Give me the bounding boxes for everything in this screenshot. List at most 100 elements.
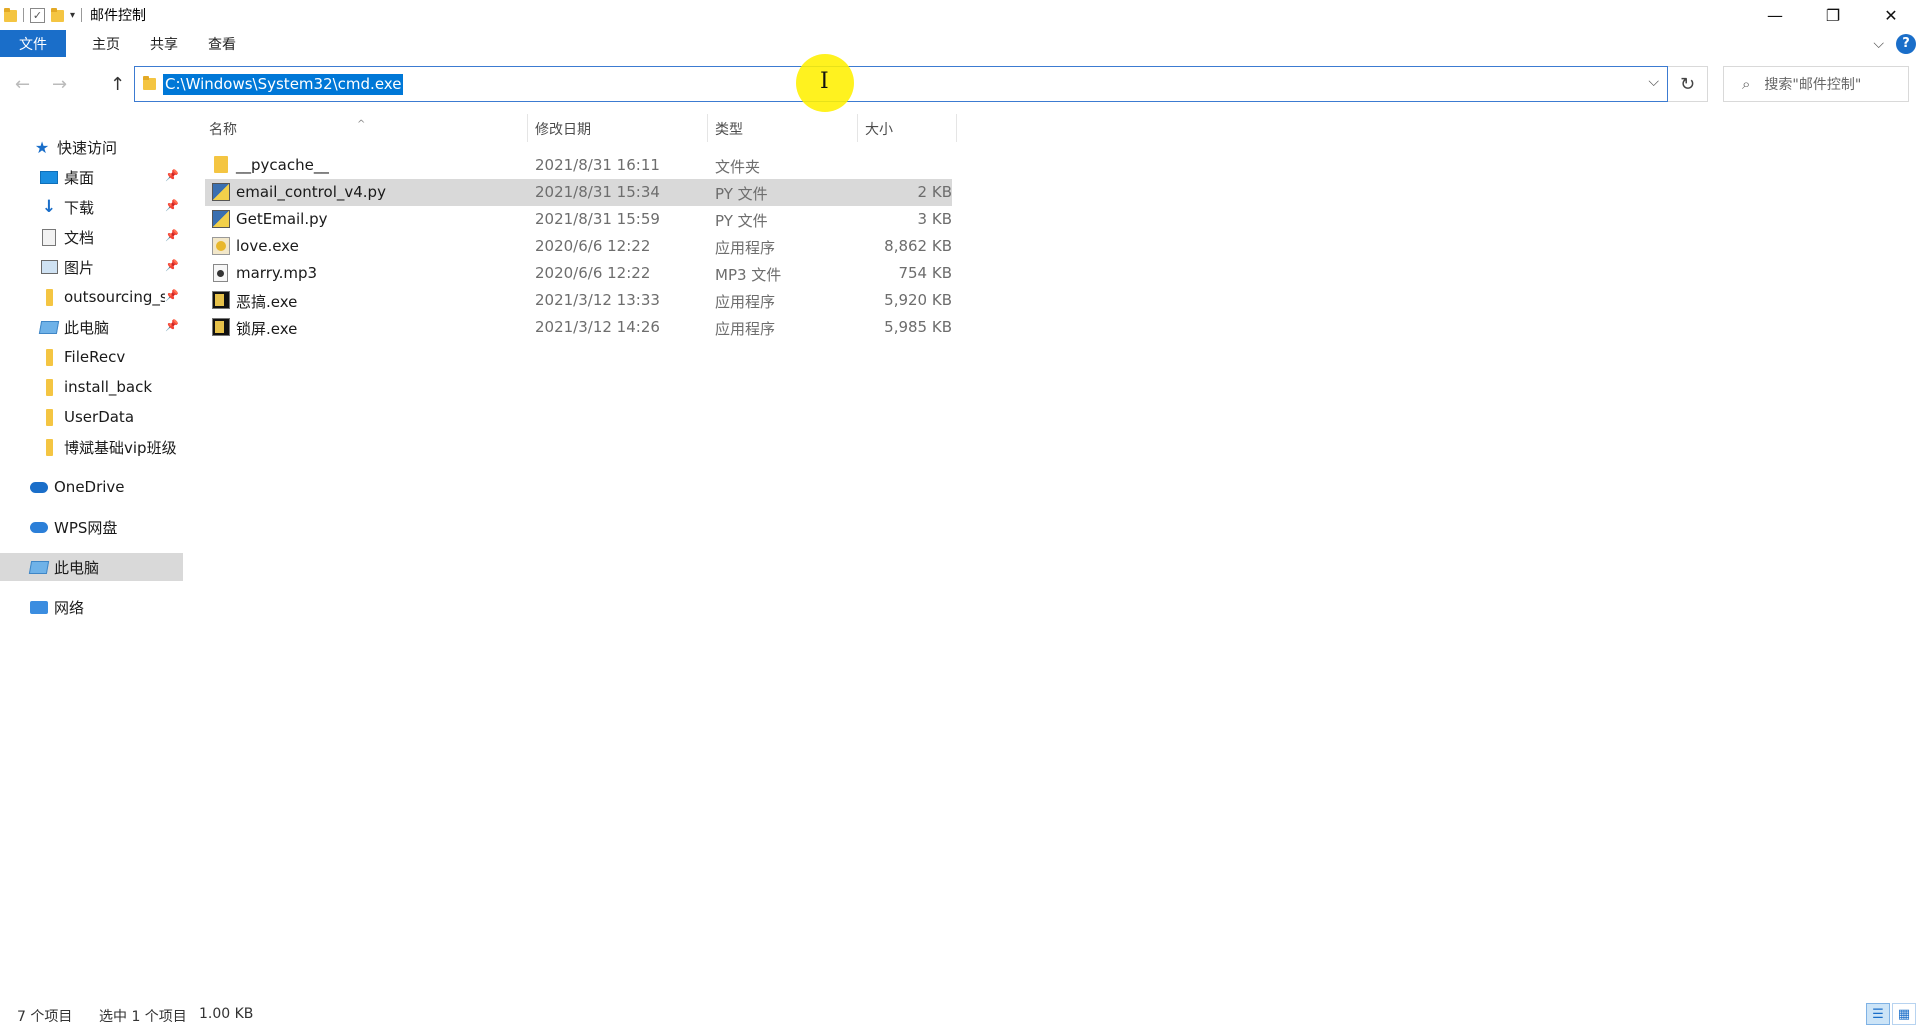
back-button[interactable]: ←: [15, 74, 30, 95]
onedrive-cloud-icon: [30, 481, 48, 493]
sidebar-item-onedrive[interactable]: OneDrive: [0, 473, 183, 501]
sidebar-item-userdata[interactable]: UserData: [0, 403, 183, 431]
address-row: ← → ↑ C:\Windows\System32\cmd.exe ⌵ ↻ ⌕ …: [0, 64, 1920, 106]
wps-cloud-icon: [30, 521, 48, 533]
maximize-button[interactable]: ❐: [1804, 0, 1862, 30]
file-row[interactable]: 锁屏.exe 2021/3/12 14:26 应用程序 5,985 KB: [205, 314, 952, 341]
close-button[interactable]: ✕: [1862, 0, 1920, 30]
file-row[interactable]: email_control_v4.py 2021/8/31 15:34 PY 文…: [205, 179, 952, 206]
new-folder-icon[interactable]: [51, 7, 64, 23]
sort-ascending-icon: ^: [357, 119, 366, 130]
up-button[interactable]: ↑: [110, 74, 125, 95]
address-dropdown-icon[interactable]: ⌵: [1648, 74, 1659, 90]
tab-home[interactable]: 主页: [77, 30, 135, 57]
folder-icon: [45, 408, 53, 426]
sidebar-item-network[interactable]: 网络: [0, 593, 183, 621]
forward-button[interactable]: →: [52, 74, 67, 95]
audio-file-icon: [213, 264, 228, 282]
navigation-pane: ★ 快速访问 桌面 📌 ↓ 下载 📌 文档 📌 图片 📌 outsourcing…: [0, 128, 183, 988]
sidebar-item-label: OneDrive: [54, 478, 125, 496]
text-cursor-icon: I: [820, 69, 829, 94]
expand-ribbon-icon[interactable]: ⌵: [1873, 36, 1884, 52]
refresh-button[interactable]: ↻: [1668, 66, 1708, 102]
tab-share[interactable]: 共享: [135, 30, 193, 57]
customize-toolbar-icon[interactable]: ▾: [70, 10, 75, 21]
sidebar-item-label: 博斌基础vip班级: [64, 438, 177, 457]
window-controls: — ❐ ✕: [1746, 0, 1920, 30]
file-date: 2020/6/6 12:22: [535, 264, 651, 282]
star-icon: ★: [34, 137, 50, 157]
document-icon: [42, 228, 56, 246]
column-size[interactable]: 大小: [865, 119, 893, 139]
column-divider[interactable]: [857, 114, 858, 142]
file-date: 2021/3/12 13:33: [535, 291, 660, 309]
exe-icon: [212, 237, 230, 255]
sidebar-item-vip-class[interactable]: 博斌基础vip班级: [0, 433, 183, 461]
sidebar-item-label: UserData: [64, 408, 135, 426]
sidebar-item-label: 文档: [64, 228, 95, 247]
help-icon[interactable]: ?: [1896, 33, 1916, 54]
large-icons-view-icon[interactable]: ▦: [1892, 1003, 1916, 1025]
sidebar-item-install-back[interactable]: install_back: [0, 373, 183, 401]
pin-icon[interactable]: 📌: [165, 259, 179, 272]
sidebar-item-quick-access[interactable]: ★ 快速访问: [0, 133, 183, 161]
sidebar-item-documents[interactable]: 文档 📌: [0, 223, 183, 251]
separator: [23, 8, 24, 22]
search-input[interactable]: ⌕ 搜索"邮件控制": [1723, 66, 1909, 102]
sidebar-item-filerecv[interactable]: FileRecv: [0, 343, 183, 371]
address-path-text[interactable]: C:\Windows\System32\cmd.exe: [163, 74, 404, 95]
tab-file[interactable]: 文件: [0, 30, 66, 57]
minimize-button[interactable]: —: [1746, 0, 1804, 30]
tab-view[interactable]: 查看: [193, 30, 251, 57]
sidebar-item-label: 图片: [64, 258, 95, 277]
column-type[interactable]: 类型: [715, 119, 743, 139]
folder-icon: [45, 438, 53, 456]
sidebar-item-this-pc-pinned[interactable]: 此电脑 📌: [0, 313, 183, 341]
file-name: love.exe: [236, 237, 299, 255]
details-view-icon[interactable]: ☰: [1866, 1003, 1890, 1025]
file-type: PY 文件: [715, 185, 768, 203]
search-placeholder: 搜索"邮件控制": [1764, 77, 1862, 93]
file-type: PY 文件: [715, 212, 768, 230]
file-row[interactable]: __pycache__ 2021/8/31 16:11 文件夹: [205, 152, 952, 179]
computer-icon: [38, 320, 60, 334]
exe-icon: [212, 318, 230, 336]
pin-icon[interactable]: 📌: [165, 319, 179, 332]
sidebar-item-label: 此电脑: [54, 558, 100, 577]
column-date[interactable]: 修改日期: [535, 119, 591, 139]
file-date: 2021/8/31 15:59: [535, 210, 660, 228]
sidebar-item-outsourcing[interactable]: outsourcing_s 📌: [0, 283, 183, 311]
separator: [81, 8, 83, 22]
sidebar-item-this-pc[interactable]: 此电脑: [0, 553, 183, 581]
pin-icon[interactable]: 📌: [165, 169, 179, 182]
file-row[interactable]: GetEmail.py 2021/8/31 15:59 PY 文件 3 KB: [205, 206, 952, 233]
pin-icon[interactable]: 📌: [165, 289, 179, 302]
file-row[interactable]: love.exe 2020/6/6 12:22 应用程序 8,862 KB: [205, 233, 952, 260]
sidebar-item-pictures[interactable]: 图片 📌: [0, 253, 183, 281]
column-divider[interactable]: [527, 114, 528, 142]
pin-icon[interactable]: 📌: [165, 199, 179, 212]
sidebar-item-downloads[interactable]: ↓ 下载 📌: [0, 193, 183, 221]
file-type: 应用程序: [715, 320, 776, 338]
column-divider[interactable]: [707, 114, 708, 142]
ribbon-right-controls: ⌵ ?: [1873, 30, 1920, 57]
sidebar-item-desktop[interactable]: 桌面 📌: [0, 163, 183, 191]
sidebar-item-label: WPS网盘: [54, 518, 118, 537]
file-date: 2021/3/12 14:26: [535, 318, 660, 336]
file-row[interactable]: 恶搞.exe 2021/3/12 13:33 应用程序 5,920 KB: [205, 287, 952, 314]
properties-icon[interactable]: ✓: [30, 7, 45, 23]
sidebar-item-wps[interactable]: WPS网盘: [0, 513, 183, 541]
network-icon: [30, 600, 48, 614]
sidebar-item-label: FileRecv: [64, 348, 126, 366]
column-divider[interactable]: [956, 114, 957, 142]
file-row[interactable]: marry.mp3 2020/6/6 12:22 MP3 文件 754 KB: [205, 260, 952, 287]
folder-icon: [45, 288, 53, 306]
column-name[interactable]: 名称: [209, 119, 237, 139]
python-file-icon: [212, 183, 230, 201]
file-size: 5,985 KB: [884, 318, 952, 336]
pin-icon[interactable]: 📌: [165, 229, 179, 242]
file-name: marry.mp3: [236, 264, 318, 282]
sidebar-item-label: 下载: [64, 198, 95, 217]
address-bar[interactable]: C:\Windows\System32\cmd.exe ⌵: [134, 66, 1668, 102]
file-size: 8,862 KB: [884, 237, 952, 255]
